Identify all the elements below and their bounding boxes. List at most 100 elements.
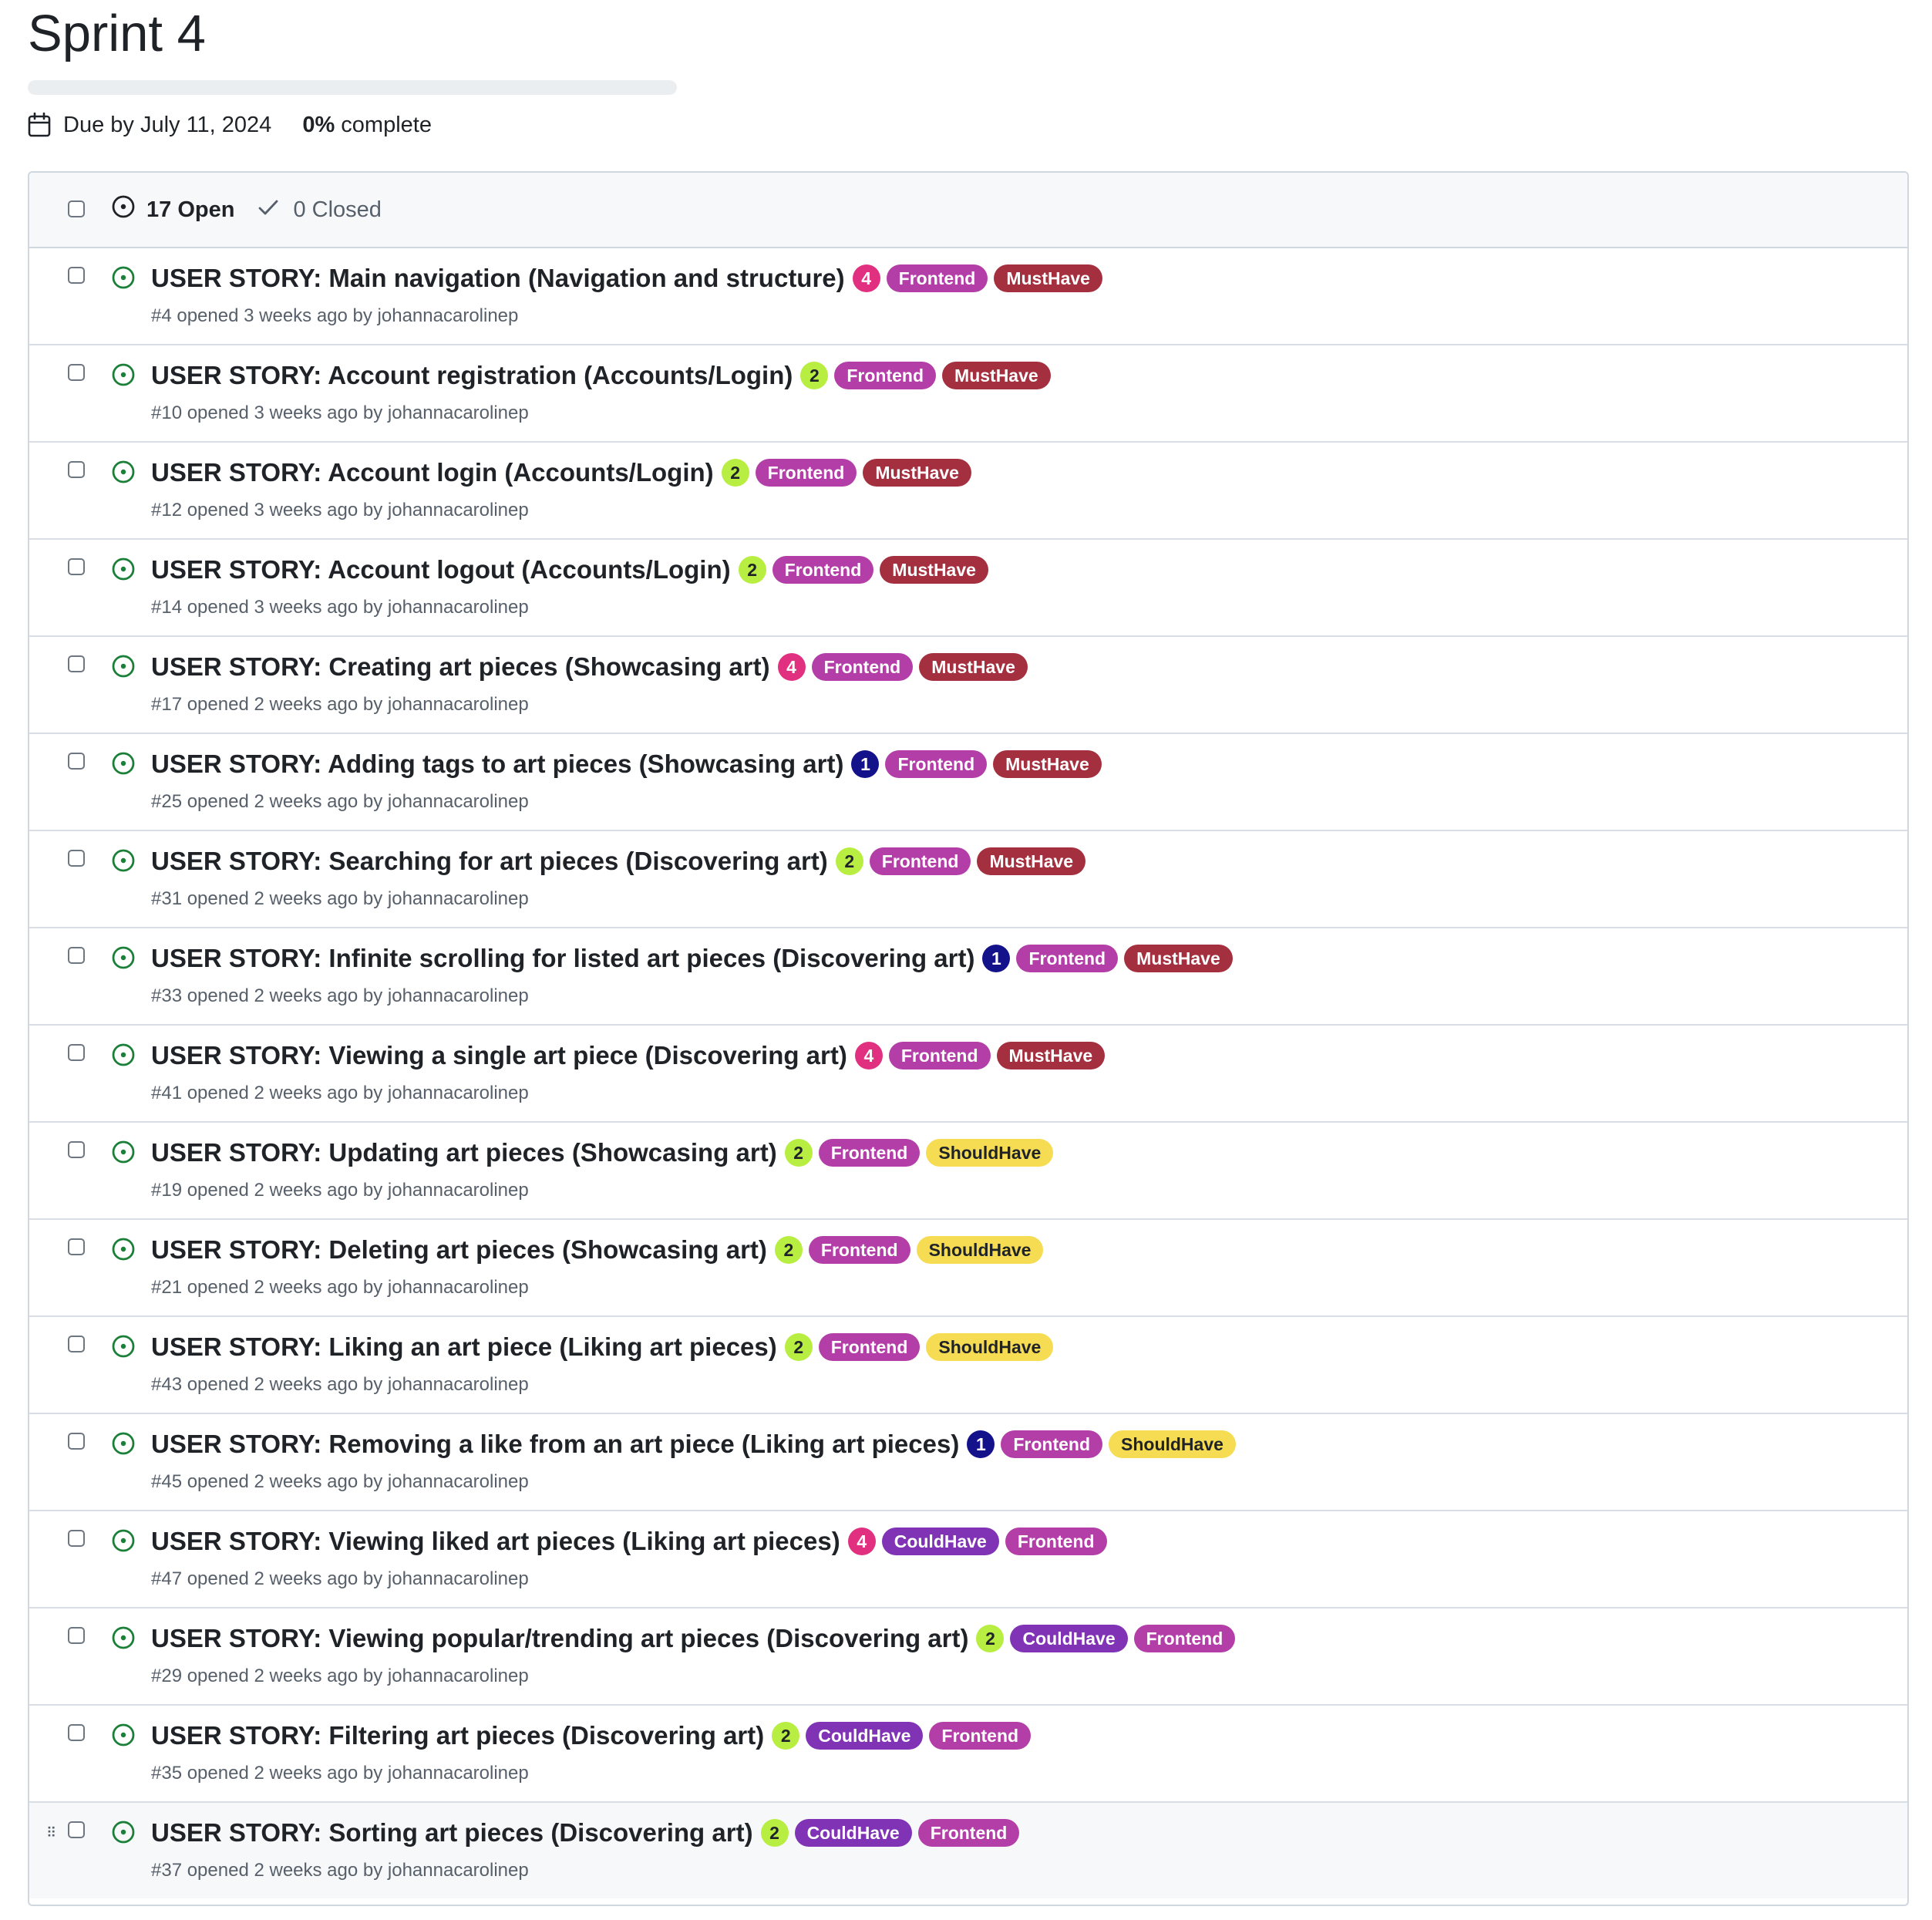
issue-checkbox[interactable] bbox=[68, 461, 85, 478]
points-label[interactable]: 2 bbox=[721, 459, 749, 487]
points-label[interactable]: 2 bbox=[738, 556, 766, 584]
label-musthave[interactable]: MustHave bbox=[1124, 945, 1233, 972]
drag-handle-icon[interactable]: ⠿ bbox=[46, 1826, 56, 1840]
label-frontend[interactable]: Frontend bbox=[929, 1722, 1032, 1750]
label-frontend[interactable]: Frontend bbox=[1016, 945, 1119, 972]
points-label[interactable]: 2 bbox=[774, 1236, 803, 1264]
label-frontend[interactable]: Frontend bbox=[917, 1819, 1020, 1847]
issue-row[interactable]: USER STORY: Deleting art pieces (Showcas… bbox=[29, 1218, 1907, 1315]
issue-checkbox[interactable] bbox=[68, 364, 85, 381]
issue-title-link[interactable]: USER STORY: Searching for art pieces (Di… bbox=[151, 847, 828, 876]
issue-title-link[interactable]: USER STORY: Viewing a single art piece (… bbox=[151, 1041, 847, 1070]
label-frontend[interactable]: Frontend bbox=[1005, 1528, 1107, 1555]
issue-title-link[interactable]: USER STORY: Sorting art pieces (Discover… bbox=[151, 1818, 753, 1848]
issue-checkbox[interactable] bbox=[68, 1530, 85, 1547]
label-frontend[interactable]: Frontend bbox=[818, 1139, 921, 1167]
issue-checkbox[interactable] bbox=[68, 1627, 85, 1644]
issue-row[interactable]: USER STORY: Viewing a single art piece (… bbox=[29, 1024, 1907, 1121]
issue-checkbox[interactable] bbox=[68, 753, 85, 770]
label-musthave[interactable]: MustHave bbox=[863, 459, 971, 487]
closed-issues-tab[interactable]: 0 Closed bbox=[257, 197, 382, 223]
issue-checkbox[interactable] bbox=[68, 1433, 85, 1450]
issue-title-link[interactable]: USER STORY: Liking an art piece (Liking … bbox=[151, 1332, 777, 1362]
label-frontend[interactable]: Frontend bbox=[1001, 1430, 1102, 1458]
issue-title-link[interactable]: USER STORY: Updating art pieces (Showcas… bbox=[151, 1138, 777, 1167]
issue-checkbox[interactable] bbox=[68, 1044, 85, 1061]
points-label[interactable]: 1 bbox=[982, 945, 1011, 972]
label-musthave[interactable]: MustHave bbox=[919, 653, 1028, 681]
label-couldhave[interactable]: CouldHave bbox=[806, 1722, 924, 1750]
label-couldhave[interactable]: CouldHave bbox=[794, 1819, 912, 1847]
issue-row[interactable]: USER STORY: Removing a like from an art … bbox=[29, 1413, 1907, 1510]
points-label[interactable]: 2 bbox=[800, 362, 829, 389]
label-shouldhave[interactable]: ShouldHave bbox=[926, 1333, 1054, 1361]
points-label[interactable]: 4 bbox=[852, 264, 880, 292]
issue-row[interactable]: USER STORY: Searching for art pieces (Di… bbox=[29, 830, 1907, 927]
label-frontend[interactable]: Frontend bbox=[885, 750, 988, 778]
label-couldhave[interactable]: CouldHave bbox=[881, 1528, 999, 1555]
label-frontend[interactable]: Frontend bbox=[772, 556, 874, 584]
issue-row[interactable]: ⠿ USER STORY: Sorting art pieces (Discove… bbox=[29, 1801, 1907, 1898]
issue-checkbox[interactable] bbox=[68, 267, 85, 284]
issue-title-link[interactable]: USER STORY: Account login (Accounts/Logi… bbox=[151, 458, 714, 487]
issue-row[interactable]: USER STORY: Viewing liked art pieces (Li… bbox=[29, 1510, 1907, 1607]
issue-checkbox[interactable] bbox=[68, 1821, 85, 1838]
issue-checkbox[interactable] bbox=[68, 558, 85, 575]
points-label[interactable]: 2 bbox=[772, 1722, 800, 1750]
issue-checkbox[interactable] bbox=[68, 1238, 85, 1255]
points-label[interactable]: 1 bbox=[967, 1430, 995, 1458]
label-frontend[interactable]: Frontend bbox=[888, 1042, 991, 1069]
points-label[interactable]: 2 bbox=[835, 847, 863, 875]
issue-title-link[interactable]: USER STORY: Removing a like from an art … bbox=[151, 1430, 959, 1459]
issue-row[interactable]: USER STORY: Account registration (Accoun… bbox=[29, 344, 1907, 441]
label-frontend[interactable]: Frontend bbox=[755, 459, 857, 487]
label-shouldhave[interactable]: ShouldHave bbox=[1109, 1430, 1236, 1458]
label-frontend[interactable]: Frontend bbox=[834, 362, 937, 389]
issue-title-link[interactable]: USER STORY: Deleting art pieces (Showcas… bbox=[151, 1235, 767, 1265]
issue-title-link[interactable]: USER STORY: Filtering art pieces (Discov… bbox=[151, 1721, 764, 1750]
label-musthave[interactable]: MustHave bbox=[996, 1042, 1106, 1069]
select-all-checkbox[interactable] bbox=[68, 200, 85, 217]
issue-title-link[interactable]: USER STORY: Infinite scrolling for liste… bbox=[151, 944, 974, 973]
label-frontend[interactable]: Frontend bbox=[811, 653, 914, 681]
label-musthave[interactable]: MustHave bbox=[994, 264, 1102, 292]
issue-row[interactable]: USER STORY: Updating art pieces (Showcas… bbox=[29, 1121, 1907, 1218]
issue-row[interactable]: USER STORY: Viewing popular/trending art… bbox=[29, 1607, 1907, 1704]
points-label[interactable]: 2 bbox=[784, 1139, 813, 1167]
points-label[interactable]: 2 bbox=[976, 1625, 1005, 1652]
label-couldhave[interactable]: CouldHave bbox=[1010, 1625, 1128, 1652]
issue-checkbox[interactable] bbox=[68, 1336, 85, 1352]
label-frontend[interactable]: Frontend bbox=[869, 847, 971, 875]
label-musthave[interactable]: MustHave bbox=[942, 362, 1051, 389]
issue-title-link[interactable]: USER STORY: Account registration (Accoun… bbox=[151, 361, 793, 390]
issue-checkbox[interactable] bbox=[68, 947, 85, 964]
issue-title-link[interactable]: USER STORY: Creating art pieces (Showcas… bbox=[151, 652, 770, 682]
points-label[interactable]: 2 bbox=[760, 1819, 789, 1847]
issue-title-link[interactable]: USER STORY: Account logout (Accounts/Log… bbox=[151, 555, 731, 584]
label-musthave[interactable]: MustHave bbox=[977, 847, 1086, 875]
label-shouldhave[interactable]: ShouldHave bbox=[926, 1139, 1054, 1167]
issue-title-link[interactable]: USER STORY: Adding tags to art pieces (S… bbox=[151, 749, 843, 779]
issue-title-link[interactable]: USER STORY: Main navigation (Navigation … bbox=[151, 264, 845, 293]
points-label[interactable]: 2 bbox=[784, 1333, 813, 1361]
issue-row[interactable]: USER STORY: Account login (Accounts/Logi… bbox=[29, 441, 1907, 538]
issue-row[interactable]: USER STORY: Filtering art pieces (Discov… bbox=[29, 1704, 1907, 1801]
points-label[interactable]: 4 bbox=[854, 1042, 883, 1069]
issue-checkbox[interactable] bbox=[68, 1724, 85, 1741]
points-label[interactable]: 1 bbox=[851, 750, 880, 778]
issue-row[interactable]: USER STORY: Account logout (Accounts/Log… bbox=[29, 538, 1907, 635]
issue-row[interactable]: USER STORY: Liking an art piece (Liking … bbox=[29, 1315, 1907, 1413]
issue-checkbox[interactable] bbox=[68, 850, 85, 867]
issue-checkbox[interactable] bbox=[68, 1141, 85, 1158]
label-frontend[interactable]: Frontend bbox=[886, 264, 988, 292]
issue-row[interactable]: USER STORY: Creating art pieces (Showcas… bbox=[29, 635, 1907, 733]
open-issues-tab[interactable]: 17 Open bbox=[111, 194, 234, 225]
points-label[interactable]: 4 bbox=[847, 1528, 876, 1555]
label-shouldhave[interactable]: ShouldHave bbox=[916, 1236, 1044, 1264]
issue-row[interactable]: USER STORY: Adding tags to art pieces (S… bbox=[29, 733, 1907, 830]
label-frontend[interactable]: Frontend bbox=[818, 1333, 921, 1361]
issue-title-link[interactable]: USER STORY: Viewing popular/trending art… bbox=[151, 1624, 968, 1653]
issue-row[interactable]: USER STORY: Main navigation (Navigation … bbox=[29, 248, 1907, 344]
issue-row[interactable]: USER STORY: Infinite scrolling for liste… bbox=[29, 927, 1907, 1024]
label-musthave[interactable]: MustHave bbox=[993, 750, 1102, 778]
